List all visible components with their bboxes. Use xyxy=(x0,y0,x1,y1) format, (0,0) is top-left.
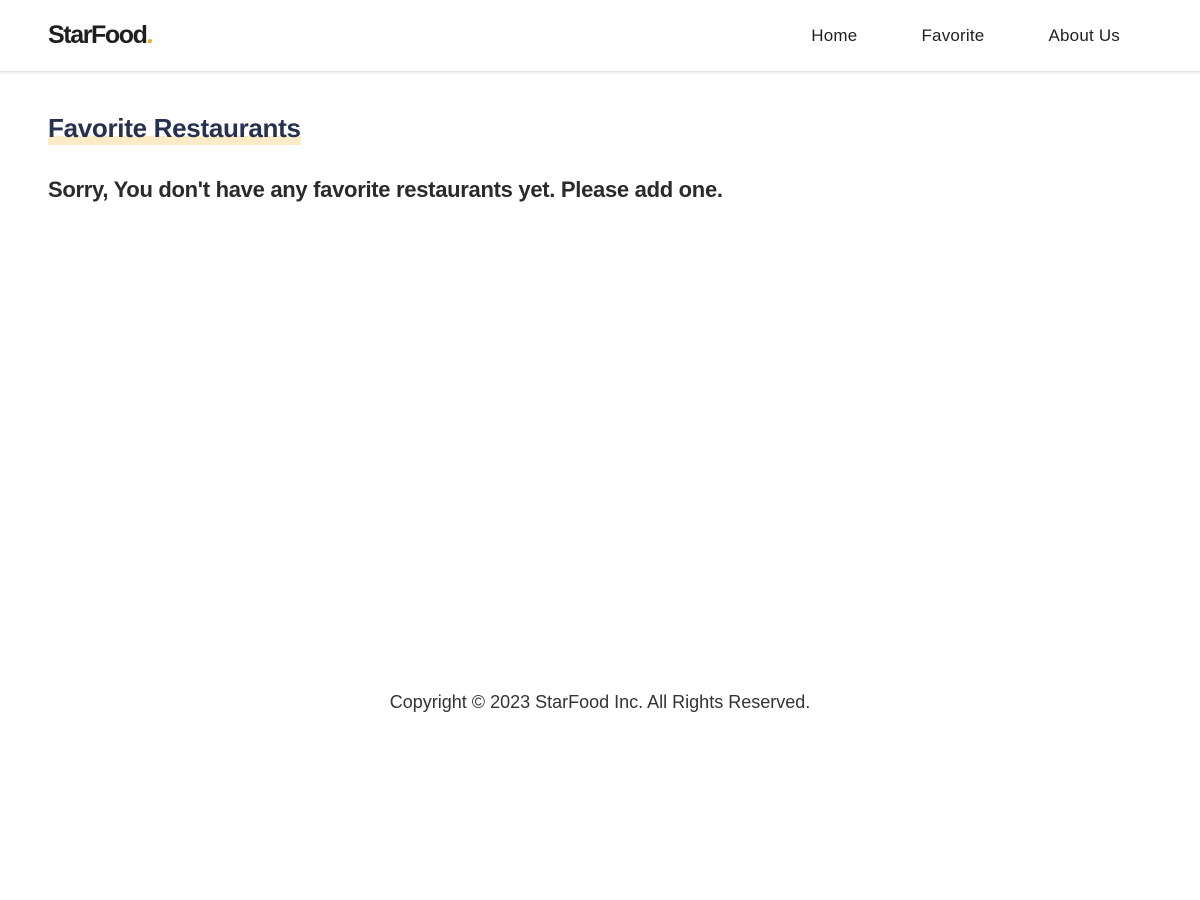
app-header: StarFood. Home Favorite About Us xyxy=(0,0,1200,72)
brand-text: StarFood xyxy=(48,21,148,49)
nav-link-home[interactable]: Home xyxy=(811,26,857,46)
brand-dot: . xyxy=(146,21,154,49)
nav-link-favorite[interactable]: Favorite xyxy=(921,26,984,46)
main-content: Favorite Restaurants Sorry, You don't ha… xyxy=(0,72,1200,692)
brand-logo[interactable]: StarFood. xyxy=(48,21,154,50)
main-nav: Home Favorite About Us xyxy=(747,0,1152,71)
nav-link-about-us[interactable]: About Us xyxy=(1048,26,1120,46)
page-title: Favorite Restaurants xyxy=(48,112,301,145)
empty-state-message: Sorry, You don't have any favorite resta… xyxy=(48,177,723,202)
page-footer: Copyright © 2023 StarFood Inc. All Right… xyxy=(0,692,1200,713)
copyright-text: Copyright © 2023 StarFood Inc. All Right… xyxy=(389,692,811,712)
